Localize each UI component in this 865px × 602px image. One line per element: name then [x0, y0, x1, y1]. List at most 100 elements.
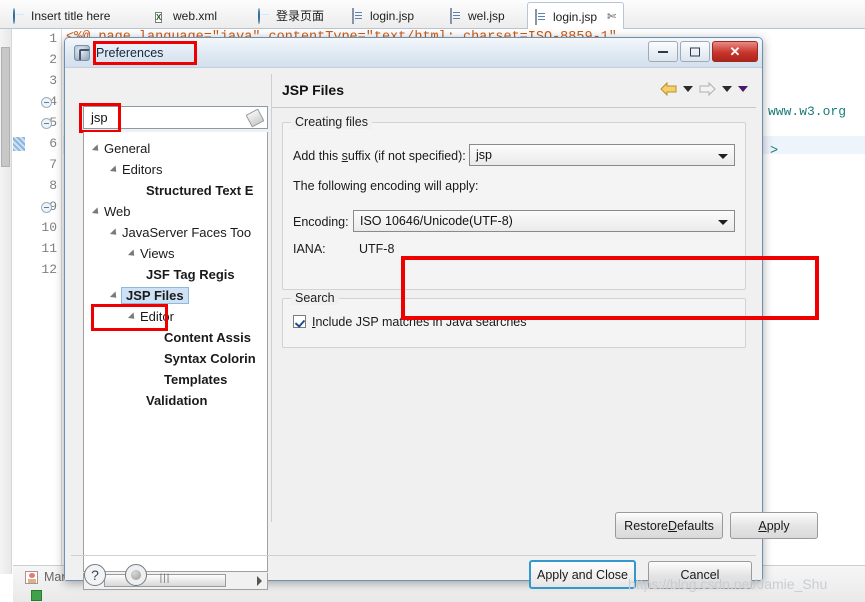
- expand-arrow-icon[interactable]: [127, 248, 138, 259]
- forward-arrow-icon[interactable]: [699, 82, 716, 96]
- tree-item-label: Views: [140, 246, 175, 261]
- group-title-search: Search: [291, 291, 339, 305]
- jsp-file-icon: [535, 8, 548, 25]
- warning-icon: [31, 590, 42, 601]
- line-number: 8: [49, 178, 57, 193]
- chevron-down-icon[interactable]: [718, 154, 728, 159]
- tree-item-syntax-coloring[interactable]: Syntax Colorin: [164, 348, 256, 369]
- editor-tab-login-jsp-1[interactable]: login.jsp: [345, 3, 421, 28]
- tree-item-javaserver-faces-tools[interactable]: JavaServer Faces Too: [109, 222, 252, 243]
- expand-arrow-icon[interactable]: [109, 227, 120, 238]
- suffix-combo[interactable]: jsp: [469, 144, 735, 166]
- encoding-label: Encoding:: [293, 215, 349, 229]
- scroll-right-icon[interactable]: [257, 576, 262, 586]
- close-button[interactable]: ✕: [712, 41, 758, 62]
- apply-and-close-label: Apply and Close: [536, 567, 629, 582]
- tree-item-views[interactable]: Views: [127, 243, 175, 264]
- code-chevron: >: [770, 144, 779, 159]
- xml-file-icon: X: [155, 11, 163, 23]
- tree-item-templates[interactable]: Templates: [164, 369, 227, 390]
- back-history-chevron-down-icon[interactable]: [683, 86, 693, 92]
- tree-item-content-assist[interactable]: Content Assis: [164, 327, 251, 348]
- tree-item-label: Content Assis: [164, 330, 251, 345]
- editor-tab-login-jsp-active[interactable]: login.jsp ✄: [527, 2, 625, 30]
- preferences-icon: [74, 45, 90, 61]
- suffix-combo-value: jsp: [476, 148, 492, 162]
- close-icon[interactable]: ✄: [607, 10, 616, 23]
- watermark: https://blog.csdn.net/Jamie_Shu: [628, 576, 828, 592]
- editor-tab-wel-jsp[interactable]: wel.jsp: [443, 3, 512, 28]
- chevron-down-icon[interactable]: [718, 220, 728, 225]
- suffix-label-part2: uffix (if not specified):: [347, 149, 466, 163]
- fold-collapse-icon[interactable]: [41, 118, 52, 129]
- editor-tab-label: login.jsp: [370, 8, 415, 23]
- tree-item-structured-text-editors[interactable]: Structured Text E: [146, 180, 253, 201]
- footer-separator: [71, 555, 756, 556]
- secondary-round-button[interactable]: [125, 564, 147, 586]
- line-number: 10: [41, 220, 57, 235]
- tree-item-label: Templates: [164, 372, 228, 387]
- forward-history-chevron-down-icon[interactable]: [722, 86, 732, 92]
- iana-label: IANA:: [293, 242, 326, 256]
- fold-collapse-icon[interactable]: [41, 202, 52, 213]
- editor-tab-insert-title-here[interactable]: Insert title here: [6, 3, 117, 28]
- tree-item-jsf-tag-registry[interactable]: JSF Tag Regis: [146, 264, 235, 285]
- tree-item-general[interactable]: General: [91, 138, 151, 159]
- preferences-tree[interactable]: General Editors Structured Text E Web Ja…: [83, 132, 268, 572]
- back-arrow-icon[interactable]: [660, 82, 677, 96]
- restore-defaults-button[interactable]: Restore Defaults: [615, 512, 723, 539]
- dialog-title-bar[interactable]: Preferences ✕: [65, 38, 762, 68]
- maximize-button[interactable]: [680, 41, 710, 62]
- filter-highlight-box: [79, 103, 121, 133]
- title-highlight-box: [93, 41, 197, 65]
- tree-item-label: JSP Files: [121, 287, 189, 304]
- encoding-highlight-box: [401, 256, 819, 320]
- view-menu-chevron-down-icon[interactable]: [738, 86, 748, 92]
- tree-item-jsp-files[interactable]: JSP Files: [109, 285, 189, 306]
- editor-overview-bar[interactable]: [0, 29, 12, 574]
- clear-filter-icon[interactable]: [245, 108, 265, 128]
- markers-row[interactable]: [31, 590, 42, 601]
- apply-button[interactable]: Apply: [730, 512, 818, 539]
- editor-tab-denglu-yemian[interactable]: 登录页面: [251, 3, 331, 28]
- editor-tab-web-xml[interactable]: X web.xml: [148, 3, 224, 28]
- tree-horizontal-scrollbar[interactable]: [83, 573, 268, 590]
- minimize-button[interactable]: [648, 41, 678, 62]
- tree-item-label: Editors: [122, 162, 163, 177]
- marker-icon: [25, 570, 38, 584]
- encoding-combo[interactable]: ISO 10646/Unicode(UTF-8): [353, 210, 735, 232]
- editor-tab-label: login.jsp: [553, 9, 598, 24]
- scroll-thumb[interactable]: [104, 574, 226, 587]
- expand-arrow-icon[interactable]: [91, 143, 102, 154]
- editor-tab-bar: Insert title here X web.xml 登录页面 login.j…: [0, 0, 865, 30]
- editor-tab-label: Insert title here: [31, 8, 111, 23]
- line-number: 7: [49, 157, 57, 172]
- line-number: 11: [41, 241, 57, 256]
- tree-item-label: General: [104, 141, 151, 156]
- restore-defaults-mnemonic: D: [667, 518, 677, 533]
- help-button[interactable]: ?: [84, 564, 106, 586]
- window-controls: ✕: [648, 41, 758, 62]
- tree-item-editors[interactable]: Editors: [109, 159, 163, 180]
- restore-defaults-label-part2: efaults: [676, 518, 714, 533]
- tree-item-label: JavaServer Faces Too: [122, 225, 252, 240]
- include-jsp-matches-checkbox[interactable]: [293, 315, 306, 328]
- suffix-label-part1: Add this: [293, 149, 342, 163]
- tree-selection-highlight-box: [91, 304, 168, 331]
- scroll-thumb[interactable]: [1, 47, 10, 167]
- preferences-dialog[interactable]: Preferences ✕ jsp General Editors Struct…: [64, 37, 819, 590]
- tree-item-web[interactable]: Web: [91, 201, 131, 222]
- jsp-file-icon: [450, 7, 463, 24]
- expand-arrow-icon[interactable]: [91, 206, 102, 217]
- fold-collapse-icon[interactable]: [41, 97, 52, 108]
- line-number: 3: [49, 73, 57, 88]
- line-number: 12: [41, 262, 57, 277]
- encoding-combo-value: ISO 10646/Unicode(UTF-8): [360, 214, 513, 228]
- tree-item-label: Structured Text E: [146, 183, 254, 198]
- tree-item-validation[interactable]: Validation: [146, 390, 207, 411]
- globe-icon: [258, 7, 271, 24]
- expand-arrow-icon[interactable]: [109, 290, 120, 301]
- expand-arrow-icon[interactable]: [109, 164, 120, 175]
- tree-item-label: JSF Tag Regis: [146, 267, 235, 282]
- apply-and-close-button[interactable]: Apply and Close: [529, 560, 636, 589]
